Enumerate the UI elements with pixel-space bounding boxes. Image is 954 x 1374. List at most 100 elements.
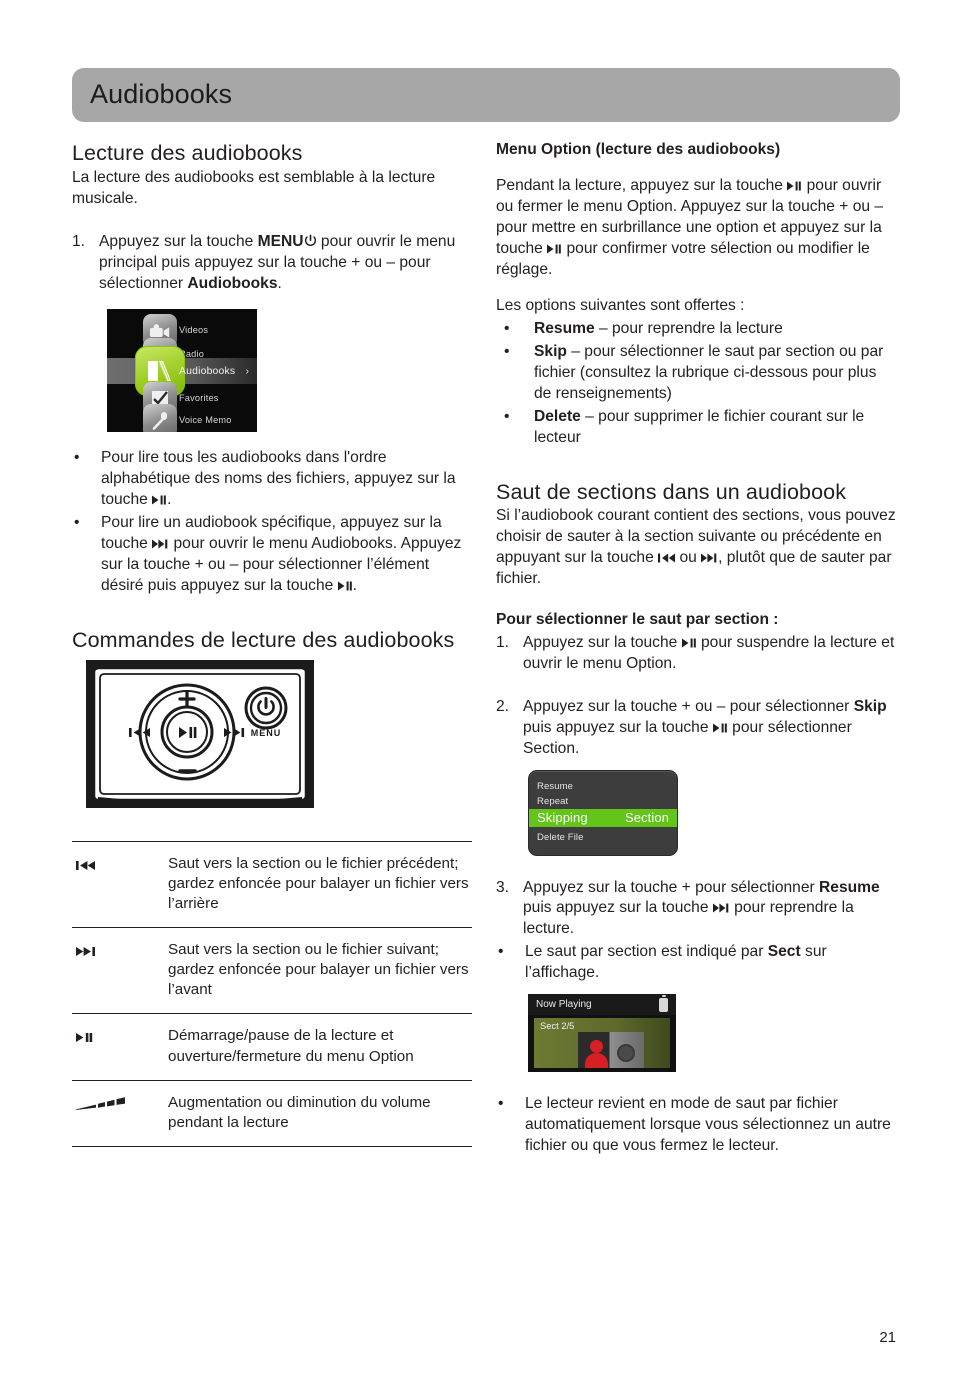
heading-lecture-des-audiobooks: Lecture des audiobooks [72,141,303,165]
step-1-select-audiobooks: 1. Appuyez sur la touche MENU pour ouvri… [72,232,472,295]
bullet-marker: • [504,407,510,425]
menu-item-favorites: Favorites [107,382,257,417]
page-title: Audiobooks [90,78,233,109]
heading-commandes-de-lecture: Commandes de lecture des audiobooks [72,627,455,652]
option-row-value: Section [624,810,669,825]
menu-item-audiobooks[interactable]: Audiobooks › [107,346,257,397]
chevron-right-icon: › [245,365,249,377]
sect-bold: Sect [767,943,801,961]
step-text: Appuyez sur la touche MENU pour ouvrir l… [99,232,472,295]
volume-icon [76,1095,128,1111]
option-row-delete-file: Delete File [529,830,677,846]
menu-item-videos: Videos [107,314,257,349]
table-row: Saut vers la section ou le fichier suiva… [72,927,472,1015]
step-number: 1. [72,233,86,251]
description-cell: Saut vers la section ou le fichier précé… [168,841,472,929]
right-column: Menu Option (lecture des audiobooks) Pen… [496,140,896,1157]
menu-item-label: Favorites [179,393,219,404]
skip-forward-icon [712,903,730,913]
battery-icon [659,995,668,1012]
album-art [578,1032,644,1069]
play-pause-icon [76,1032,93,1043]
key-cell [72,927,168,1015]
menu-key-label: MENU [257,233,304,251]
option-row-repeat: Repeat [529,794,677,810]
album-art-head [590,1040,603,1054]
skip-step-2: 2. Appuyez sur la touche + ou – pour sél… [496,697,896,760]
device-control-pad-diagram: MENU [80,654,472,819]
description-cell: Saut vers la section ou le fichier suiva… [168,927,472,1015]
now-playing-title-bar: Now Playing [528,994,676,1016]
bullet-marker: • [504,342,510,360]
table-row: Augmentation ou diminution du volume pen… [72,1080,472,1147]
step-number: 2. [496,697,510,715]
play-pause-icon [712,723,728,733]
bullet-text: Pour lire un audiobook spécifique, appuy… [101,513,472,597]
step-text: Appuyez sur la touche + pour sélectionne… [523,878,896,941]
option-text: Resume – pour reprendre la lecture [534,319,896,340]
skip-para-mid: ou [675,548,702,566]
skip-forward-icon [76,946,95,957]
skip-forward-icon [152,539,169,549]
bullet-text: Le saut par section est indiqué par Sect… [525,942,896,984]
skip-step-1: 1. Appuyez sur la touche pour suspendre … [496,633,896,675]
step-number: 3. [496,878,510,896]
step-text: Appuyez sur la touche pour suspendre la … [523,633,896,675]
option-desc: – pour supprimer le fichier courant sur … [534,407,865,446]
key-cell [72,1013,168,1081]
bullet-marker: • [74,449,80,467]
step1-a: Appuyez sur la touche [523,633,682,651]
bullet-play-specific-audiobook: • Pour lire un audiobook spécifique, app… [72,513,472,597]
skip-intro-paragraph: Si l’audiobook courant contient des sect… [496,506,896,590]
play-pause-icon [681,638,697,648]
option-name: Resume [534,319,595,337]
step1-text-a: Appuyez sur la touche [99,233,258,251]
page-header-bar: Audiobooks [72,68,900,122]
option-desc: – pour sélectionner le saut par section … [534,342,884,402]
option-text: Delete – pour supprimer le fichier coura… [534,407,896,449]
bullet-text: Le lecteur revient en mode de saut par f… [525,1095,891,1155]
skip-back-icon [658,553,676,563]
option-row-label: Resume [537,781,573,792]
description-cell: Augmentation ou diminution du volume pen… [168,1080,472,1147]
play-pause-icon [787,181,802,191]
step1-text-c: . [277,275,282,293]
skip-forward-icon [701,553,718,563]
option-delete: • Delete – pour supprimer le fichier cou… [496,407,896,449]
menu-item-voice-memo: Voice Memo [107,404,257,433]
option-text: Skip – pour sélectionner le saut par sec… [534,342,896,405]
microphone-icon [143,404,177,433]
menu-item-label: Videos [179,325,209,336]
heading-menu-option: Menu Option (lecture des audiobooks) [496,141,781,158]
step2-b: puis appuyez sur la touche [523,718,713,736]
intro-paragraph: La lecture des audiobooks est semblable … [72,169,436,208]
bullet-marker: • [74,513,80,531]
key-cell [72,841,168,929]
option-menu-screenshot: Resume Repeat Skipping Section Delete Fi… [528,769,678,856]
bullet-marker: • [504,319,510,337]
option-row-label: Delete File [537,832,584,843]
bullet2-text-c: . [352,576,357,594]
options-intro: Les options suivantes sont offertes : [496,296,745,314]
heading-saut-de-sections: Saut de sections dans un audiobook [496,479,847,504]
page-number: 21 [879,1329,896,1346]
bullet1-a: Le saut par section est indiqué par [525,943,768,961]
album-art-knob [617,1044,635,1063]
play-pause-icon [547,244,562,254]
album-art-torso [585,1053,608,1069]
menu-rows: Videos Radio Audiobooks › Favorites Voic… [107,309,257,433]
step-number: 1. [496,633,510,651]
left-column: Lecture des audiobooks La lecture des au… [72,140,472,1147]
play-pause-icon [337,581,353,591]
option-row-skipping[interactable]: Skipping Section [529,808,677,827]
menu-item-label: Voice Memo [179,415,232,426]
now-playing-screenshot: Now Playing Sect 2/5 [528,994,676,1073]
menu-para-a: Pendant la lecture, appuyez sur la touch… [496,176,788,194]
